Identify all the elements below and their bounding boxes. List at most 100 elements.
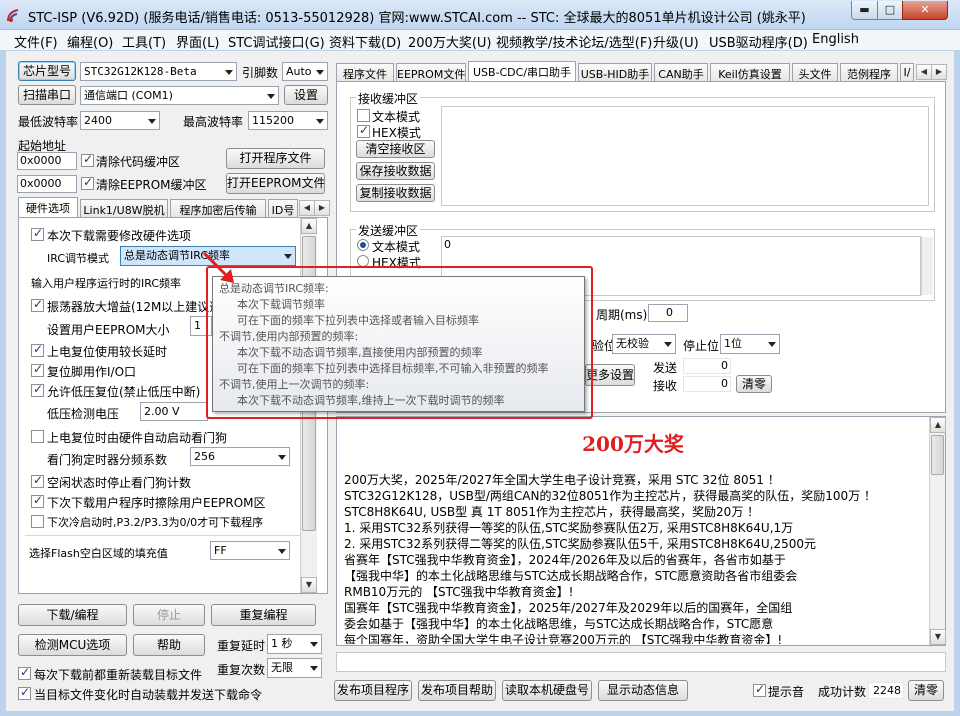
repeat-delay-select[interactable]: 1 秒 xyxy=(267,634,322,654)
receive-textarea[interactable] xyxy=(441,106,929,206)
auto-send-on-change-label: 当目标文件变化时自动装载并发送下载命令 xyxy=(34,688,263,702)
wdt-auto-start-checkbox[interactable] xyxy=(31,430,44,443)
flash-fill-select[interactable]: FF xyxy=(210,541,290,560)
send-textarea-scrollbar[interactable] xyxy=(921,237,933,295)
reset-pin-io-checkbox[interactable] xyxy=(31,362,44,377)
clear-counts-button[interactable]: 清零 xyxy=(736,375,772,393)
tab-scroll-right-icon[interactable]: ▶ xyxy=(314,200,330,216)
eeprom-size-select[interactable]: 1 xyxy=(190,316,212,336)
send-text-mode-radio[interactable] xyxy=(357,239,369,251)
tab-link1-offline[interactable]: Link1/U8W脱机 xyxy=(80,199,168,217)
eeprom-address-input[interactable]: 0x0000 xyxy=(17,175,77,193)
idle-stop-wdt-checkbox[interactable] xyxy=(31,473,44,488)
min-baud-label: 最低波特率 xyxy=(18,115,79,129)
p32-p33-checkbox[interactable] xyxy=(31,515,44,528)
show-animation-button[interactable]: 显示动态信息 xyxy=(598,680,688,701)
scroll-up-icon[interactable]: ▲ xyxy=(930,417,946,433)
tab-id-number[interactable]: ID号 xyxy=(268,199,298,217)
open-eeprom-file-button[interactable]: 打开EEPROM文件 xyxy=(226,173,325,194)
chip-model-select[interactable]: STC32G12K128-Beta xyxy=(80,62,237,81)
tab-scroll-left-icon[interactable]: ◀ xyxy=(299,200,315,216)
menu-video-forum[interactable]: 视频教学/技术论坛/选型(F) xyxy=(496,32,652,51)
port-settings-button[interactable]: 设置 xyxy=(284,85,328,105)
chip-model-button[interactable]: 芯片型号 xyxy=(18,61,76,81)
tab-header-file[interactable]: 头文件 xyxy=(792,63,838,81)
read-disk-serial-button[interactable]: 读取本机硬盘号 xyxy=(502,680,592,701)
erase-eeprom-checkbox[interactable] xyxy=(31,493,44,508)
chevron-down-icon xyxy=(316,118,324,124)
menu-upgrade[interactable]: 升级(U) xyxy=(653,32,699,51)
period-input[interactable]: 0 xyxy=(648,304,688,322)
send-hex-mode-radio[interactable] xyxy=(357,255,369,267)
tab-usb-hid[interactable]: USB-HID助手 xyxy=(578,63,652,81)
tab-scroll-left-icon[interactable]: ◀ xyxy=(916,64,932,80)
menu-file[interactable]: 文件(F) xyxy=(14,32,58,51)
recv-text-mode-checkbox[interactable] xyxy=(357,109,370,122)
repeat-count-select[interactable]: 无限 xyxy=(267,658,322,678)
port-select[interactable]: 通信端口 (COM1) xyxy=(80,86,279,105)
maximize-button[interactable]: □ xyxy=(877,1,903,20)
prize-line: STC32G12K128，USB型/两组CAN的32位8051作为主控芯片，获得… xyxy=(344,489,877,503)
recv-hex-mode-checkbox[interactable] xyxy=(357,123,370,138)
more-settings-button[interactable]: 更多设置 xyxy=(585,364,635,386)
beep-checkbox[interactable] xyxy=(753,682,766,697)
max-baud-select[interactable]: 115200 xyxy=(248,111,328,130)
chevron-down-icon xyxy=(316,69,324,75)
tab-keil-emulation[interactable]: Keil仿真设置 xyxy=(710,63,790,81)
save-receive-button[interactable]: 保存接收数据 xyxy=(356,162,435,180)
stop-bits-select[interactable]: 1位 xyxy=(720,334,780,354)
parity-select[interactable]: 无校验 xyxy=(612,334,676,354)
tab-scroll-right-icon[interactable]: ▶ xyxy=(931,64,947,80)
menu-tools[interactable]: 工具(T) xyxy=(122,32,166,51)
menu-downloads[interactable]: 资料下载(D) xyxy=(329,32,401,51)
download-program-button[interactable]: 下载/编程 xyxy=(18,604,127,626)
clear-code-buffer-checkbox[interactable] xyxy=(81,152,94,167)
menu-debug[interactable]: STC调试接口(G) xyxy=(228,32,325,51)
menu-prize[interactable]: 200万大奖(U) xyxy=(408,32,491,51)
reload-before-download-checkbox[interactable] xyxy=(18,665,31,680)
scroll-up-icon[interactable]: ▲ xyxy=(301,218,317,234)
tab-hardware-options[interactable]: 硬件选项 xyxy=(18,197,78,217)
clear-success-button[interactable]: 清零 xyxy=(908,680,944,701)
clear-eeprom-buffer-checkbox[interactable] xyxy=(81,175,94,190)
tab-eeprom-file[interactable]: EEPROM文件 xyxy=(396,63,466,81)
stop-button[interactable]: 停止 xyxy=(133,604,205,626)
tab-io[interactable]: I/ xyxy=(900,63,914,81)
open-program-file-button[interactable]: 打开程序文件 xyxy=(226,148,325,169)
chevron-down-icon xyxy=(225,69,233,75)
scroll-thumb[interactable] xyxy=(931,435,944,475)
close-button[interactable]: ✕ xyxy=(902,1,948,20)
irc-mode-select[interactable]: 总是动态调节IRC频率 xyxy=(120,246,296,266)
min-baud-select[interactable]: 2400 xyxy=(80,111,160,130)
tab-can[interactable]: CAN助手 xyxy=(654,63,708,81)
menu-usb-driver[interactable]: USB驱动程序(D) xyxy=(709,32,808,51)
tab-program-file[interactable]: 程序文件 xyxy=(336,63,394,81)
reset-long-delay-checkbox[interactable] xyxy=(31,342,44,357)
lvd-voltage-select[interactable]: 2.00 V xyxy=(140,402,208,421)
tab-encrypted-transfer[interactable]: 程序加密后传输 xyxy=(170,199,266,217)
code-address-input[interactable]: 0x0000 xyxy=(17,152,77,170)
repeat-program-button[interactable]: 重复编程 xyxy=(211,604,316,626)
pin-count-select[interactable]: Auto xyxy=(282,62,328,81)
info-scrollbar[interactable]: ▲ ▼ xyxy=(929,417,946,645)
copy-receive-button[interactable]: 复制接收数据 xyxy=(356,184,435,202)
modify-hw-options-checkbox[interactable] xyxy=(31,226,44,241)
scroll-down-icon[interactable]: ▼ xyxy=(930,629,946,645)
minimize-button[interactable]: ▬ xyxy=(851,1,878,20)
tab-usb-cdc-serial[interactable]: USB-CDC/串口助手 xyxy=(468,61,576,81)
wdt-divider-select[interactable]: 256 xyxy=(190,447,290,466)
publish-project-button[interactable]: 发布项目程序 xyxy=(334,680,412,701)
publish-help-button[interactable]: 发布项目帮助 xyxy=(418,680,496,701)
auto-send-on-change-checkbox[interactable] xyxy=(18,685,31,700)
clear-receive-button[interactable]: 清空接收区 xyxy=(356,140,435,158)
osc-gain-checkbox[interactable] xyxy=(31,297,44,312)
help-button[interactable]: 帮助 xyxy=(133,634,205,656)
detect-mcu-button[interactable]: 检测MCU选项 xyxy=(18,634,127,656)
menu-english[interactable]: English xyxy=(812,32,859,47)
menu-interface[interactable]: 界面(L) xyxy=(176,32,219,51)
tab-examples[interactable]: 范例程序 xyxy=(840,63,898,81)
scroll-down-icon[interactable]: ▼ xyxy=(301,577,317,593)
scan-port-button[interactable]: 扫描串口 xyxy=(18,85,76,105)
low-voltage-reset-checkbox[interactable] xyxy=(31,382,44,397)
menu-program[interactable]: 编程(O) xyxy=(67,32,113,51)
